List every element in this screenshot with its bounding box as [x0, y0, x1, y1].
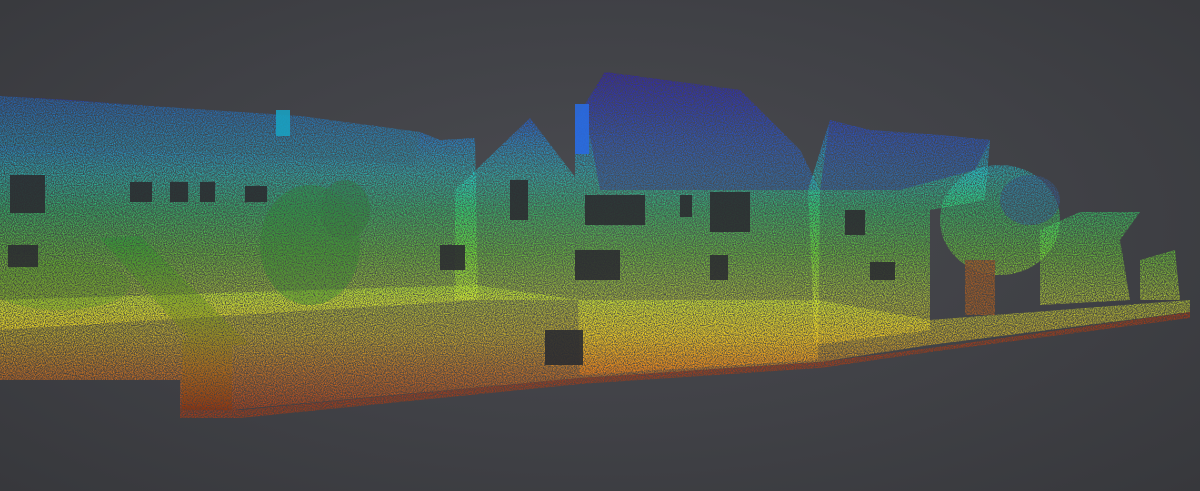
far-right-structures	[1040, 212, 1180, 305]
point-cloud-viewport[interactable]	[0, 0, 1200, 491]
point-cloud-render	[0, 72, 1190, 418]
